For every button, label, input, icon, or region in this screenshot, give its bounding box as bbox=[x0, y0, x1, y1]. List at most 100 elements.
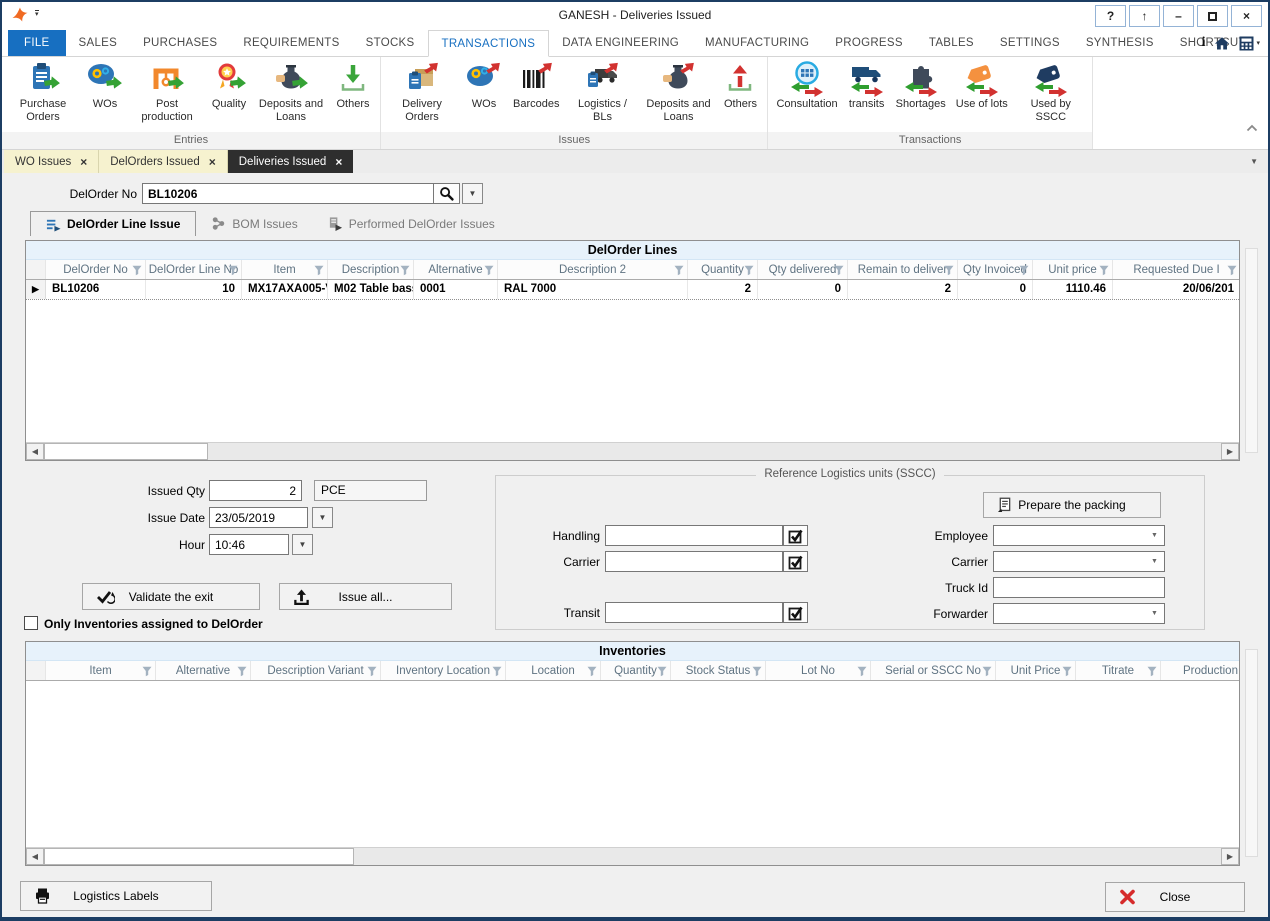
menu-tab-data-engineering[interactable]: DATA ENGINEERING bbox=[549, 30, 692, 56]
hour-input[interactable] bbox=[209, 534, 289, 555]
info-icon[interactable]: i bbox=[1202, 35, 1206, 51]
filter-icon[interactable] bbox=[1227, 265, 1237, 276]
scroll-left-button[interactable]: ◀ bbox=[26, 443, 44, 460]
issues-wos-button[interactable]: WOs bbox=[460, 60, 508, 112]
transactions-use-of-lots-button[interactable]: Use of lots bbox=[951, 60, 1013, 112]
inventories-vscrollbar[interactable] bbox=[1245, 649, 1258, 857]
employee-caret-icon[interactable]: ▼ bbox=[1151, 532, 1158, 539]
filter-icon[interactable] bbox=[857, 666, 867, 677]
ribbon-pin-button[interactable]: ↑ bbox=[1129, 5, 1160, 27]
issues-deposits-and-loans-button[interactable]: Deposits and Loans bbox=[640, 60, 716, 125]
entries-wos-button[interactable]: WOs bbox=[81, 60, 129, 112]
carrier-input[interactable] bbox=[605, 551, 783, 572]
menu-tab-progress[interactable]: PROGRESS bbox=[822, 30, 916, 56]
filter-icon[interactable] bbox=[367, 666, 377, 677]
carrier2-combo[interactable] bbox=[993, 551, 1165, 572]
filter-icon[interactable] bbox=[1147, 666, 1157, 677]
search-button[interactable] bbox=[433, 183, 460, 204]
menu-tab-tables[interactable]: TABLES bbox=[916, 30, 987, 56]
collapse-ribbon-icon[interactable] bbox=[1246, 119, 1258, 127]
scroll-right-button[interactable]: ▶ bbox=[1221, 443, 1239, 460]
tab-list-caret-icon[interactable]: ▼ bbox=[1250, 157, 1258, 166]
menu-tab-purchases[interactable]: PURCHASES bbox=[130, 30, 230, 56]
column-header-unit-price[interactable]: Unit Price bbox=[996, 661, 1076, 680]
validate-exit-button[interactable]: Validate the exit bbox=[82, 583, 260, 610]
entries-purchase-orders-button[interactable]: Purchase Orders bbox=[5, 60, 81, 125]
doc-tab-delorders-issued[interactable]: DelOrders Issued× bbox=[99, 150, 228, 173]
column-header-quantity[interactable]: Quantity bbox=[688, 260, 758, 279]
doc-tab-deliveries-issued[interactable]: Deliveries Issued× bbox=[228, 150, 354, 173]
column-header-alternative[interactable]: Alternative bbox=[414, 260, 498, 279]
search-dropdown-button[interactable]: ▼ bbox=[462, 183, 483, 204]
issue-date-input[interactable] bbox=[209, 507, 308, 528]
column-header-location[interactable]: Location bbox=[506, 661, 601, 680]
transactions-shortages-button[interactable]: Shortages bbox=[891, 60, 951, 112]
entries-deposits-and-loans-button[interactable]: Deposits and Loans bbox=[253, 60, 329, 125]
close-tab-icon[interactable]: × bbox=[335, 157, 342, 167]
issues-others-button[interactable]: Others bbox=[716, 60, 764, 112]
issue-all-button[interactable]: Issue all... bbox=[279, 583, 452, 610]
close-button[interactable]: Close bbox=[1105, 882, 1245, 912]
subtab-performed-delorder-issues[interactable]: Performed DelOrder Issues bbox=[313, 211, 510, 236]
menu-tab-transactions[interactable]: TRANSACTIONS bbox=[428, 30, 550, 57]
column-header-inventory-location[interactable]: Inventory Location bbox=[381, 661, 506, 680]
filter-icon[interactable] bbox=[834, 265, 844, 276]
carrier2-caret-icon[interactable]: ▼ bbox=[1151, 558, 1158, 565]
transit-input[interactable] bbox=[605, 602, 783, 623]
filter-icon[interactable] bbox=[587, 666, 597, 677]
column-header-delorder-line-no[interactable]: DelOrder Line No bbox=[146, 260, 242, 279]
filter-icon[interactable] bbox=[400, 265, 410, 276]
filter-icon[interactable] bbox=[228, 265, 238, 276]
only-inventories-checkbox[interactable] bbox=[24, 616, 38, 630]
column-header-requested-due-i[interactable]: Requested Due I bbox=[1113, 260, 1239, 279]
filter-icon[interactable] bbox=[657, 666, 667, 677]
column-header-production[interactable]: Production bbox=[1161, 661, 1239, 680]
scroll-thumb[interactable] bbox=[44, 443, 208, 460]
filter-icon[interactable] bbox=[982, 666, 992, 677]
menu-tab-manufacturing[interactable]: MANUFACTURING bbox=[692, 30, 822, 56]
issues-delivery-orders-button[interactable]: Delivery Orders bbox=[384, 60, 460, 125]
filter-icon[interactable] bbox=[752, 666, 762, 677]
column-header-remain-to-deliver[interactable]: Remain to deliver bbox=[848, 260, 958, 279]
transactions-consultation-button[interactable]: Consultation bbox=[771, 60, 842, 112]
forwarder-combo[interactable] bbox=[993, 603, 1165, 624]
scroll-right-button[interactable]: ▶ bbox=[1221, 848, 1239, 865]
filter-icon[interactable] bbox=[674, 265, 684, 276]
filter-icon[interactable] bbox=[744, 265, 754, 276]
issue-date-dropdown-button[interactable]: ▼ bbox=[312, 507, 333, 528]
entries-quality-button[interactable]: Quality bbox=[205, 60, 253, 112]
column-header-titrate[interactable]: Titrate bbox=[1076, 661, 1161, 680]
delorder-no-input[interactable] bbox=[142, 183, 434, 204]
column-header-description-variant[interactable]: Description Variant bbox=[251, 661, 381, 680]
scroll-left-button[interactable]: ◀ bbox=[26, 848, 44, 865]
menu-tab-settings[interactable]: SETTINGS bbox=[987, 30, 1073, 56]
truck-id-input[interactable] bbox=[993, 577, 1165, 598]
help-button[interactable]: ? bbox=[1095, 5, 1126, 27]
maximize-button[interactable] bbox=[1197, 5, 1228, 27]
entries-others-button[interactable]: Others bbox=[329, 60, 377, 112]
calculator-icon[interactable]: ▾ bbox=[1239, 36, 1260, 51]
column-header-qty-delivered[interactable]: Qty delivered bbox=[758, 260, 848, 279]
filter-icon[interactable] bbox=[314, 265, 324, 276]
filter-icon[interactable] bbox=[1019, 265, 1029, 276]
filter-icon[interactable] bbox=[1062, 666, 1072, 677]
filter-icon[interactable] bbox=[484, 265, 494, 276]
employee-combo[interactable] bbox=[993, 525, 1165, 546]
close-window-button[interactable]: × bbox=[1231, 5, 1262, 27]
handling-checked-button[interactable] bbox=[783, 525, 808, 546]
column-header-quantity[interactable]: Quantity bbox=[601, 661, 671, 680]
minimize-button[interactable]: – bbox=[1163, 5, 1194, 27]
filter-icon[interactable] bbox=[944, 265, 954, 276]
handling-input[interactable] bbox=[605, 525, 783, 546]
column-header-qty-invoiced[interactable]: Qty Invoiced bbox=[958, 260, 1033, 279]
column-header-unit-price[interactable]: Unit price bbox=[1033, 260, 1113, 279]
doc-tab-wo-issues[interactable]: WO Issues× bbox=[4, 150, 99, 173]
issues-barcodes-button[interactable]: Barcodes bbox=[508, 60, 564, 112]
column-header-serial-or-sscc-no[interactable]: Serial or SSCC No bbox=[871, 661, 996, 680]
filter-icon[interactable] bbox=[492, 666, 502, 677]
filter-icon[interactable] bbox=[132, 265, 142, 276]
menu-tab-sales[interactable]: SALES bbox=[66, 30, 131, 56]
menu-tab-synthesis[interactable]: SYNTHESIS bbox=[1073, 30, 1167, 56]
column-header-item[interactable]: Item bbox=[46, 661, 156, 680]
menu-tab-requirements[interactable]: REQUIREMENTS bbox=[230, 30, 352, 56]
